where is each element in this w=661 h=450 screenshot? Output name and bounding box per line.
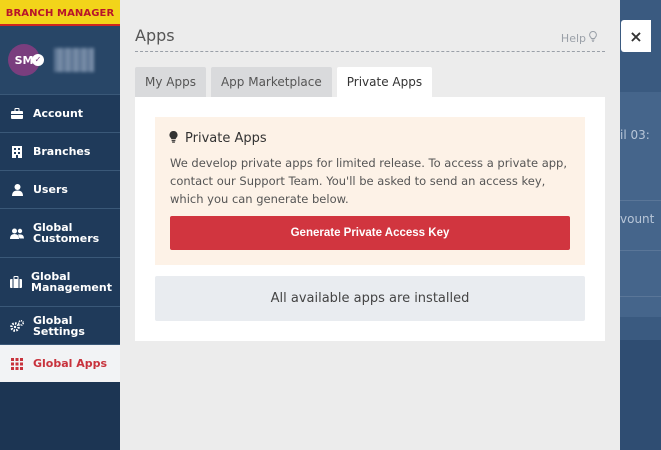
background-text: il 03: (620, 128, 650, 142)
sidebar-item-account[interactable]: Account (0, 94, 120, 132)
grid-icon (10, 357, 24, 371)
sidebar-item-global-settings[interactable]: Global Settings (0, 306, 120, 344)
sidebar-item-global-customers[interactable]: Global Customers (0, 208, 120, 257)
close-button[interactable]: × (621, 20, 651, 52)
background-divider (620, 250, 661, 251)
lightbulb-icon (169, 130, 178, 146)
user-name-redacted (54, 48, 94, 72)
background-lower-area (620, 340, 661, 450)
tab-private-apps[interactable]: Private Apps (336, 67, 433, 97)
sidebar-item-label: Global Customers (33, 221, 100, 245)
background-panel (620, 92, 661, 317)
user-icon (10, 183, 24, 197)
background-text: vount (620, 212, 655, 226)
tab-bar: My Apps App Marketplace Private Apps (135, 67, 437, 97)
sidebar-nav: Account Branches Users Global Customers … (0, 94, 120, 382)
sidebar-item-global-apps[interactable]: Global Apps (0, 344, 120, 382)
info-description: We develop private apps for limited rele… (170, 156, 568, 206)
installed-status-message: All available apps are installed (155, 276, 585, 321)
sidebar-item-label: Branches (33, 145, 91, 158)
modal-header: Apps Help (135, 24, 605, 52)
sidebar-item-label: Global Management (31, 270, 112, 294)
suitcase-icon (10, 275, 22, 289)
user-block[interactable]: SM ✓ (0, 26, 120, 94)
help-link[interactable]: Help (560, 30, 597, 45)
briefcase-icon (10, 107, 24, 121)
sidebar-item-branches[interactable]: Branches (0, 132, 120, 170)
sidebar-item-users[interactable]: Users (0, 170, 120, 208)
check-badge-icon: ✓ (32, 54, 44, 66)
tab-my-apps[interactable]: My Apps (135, 67, 206, 97)
help-label: Help (560, 32, 586, 45)
sidebar-item-label: Users (33, 183, 68, 196)
gears-icon (10, 319, 24, 333)
background-app: il 03: vount (620, 0, 661, 450)
avatar[interactable]: SM ✓ (8, 44, 44, 76)
sidebar: BRANCH MANAGER SM ✓ Account Branches Use… (0, 0, 120, 450)
users-icon (10, 226, 24, 240)
brand-label: BRANCH MANAGER (0, 0, 120, 26)
page-title: Apps (135, 26, 175, 45)
tab-app-marketplace[interactable]: App Marketplace (210, 67, 332, 97)
info-title-text: Private Apps (185, 131, 267, 146)
sidebar-item-label: Account (33, 107, 84, 120)
info-title: Private Apps (169, 130, 267, 146)
avatar-initials: SM (14, 53, 34, 67)
sidebar-item-global-management[interactable]: Global Management (0, 257, 120, 306)
lightbulb-icon (589, 30, 597, 45)
background-divider (620, 296, 661, 297)
private-apps-panel: Private Apps We develop private apps for… (135, 97, 605, 341)
close-icon: × (629, 26, 643, 46)
sidebar-item-label: Global Settings (33, 313, 85, 338)
sidebar-item-label: Global Apps (33, 357, 108, 370)
background-divider (620, 200, 661, 201)
private-apps-info-box: Private Apps We develop private apps for… (155, 117, 585, 265)
generate-access-key-button[interactable]: Generate Private Access Key (170, 216, 570, 250)
building-icon (10, 145, 24, 159)
